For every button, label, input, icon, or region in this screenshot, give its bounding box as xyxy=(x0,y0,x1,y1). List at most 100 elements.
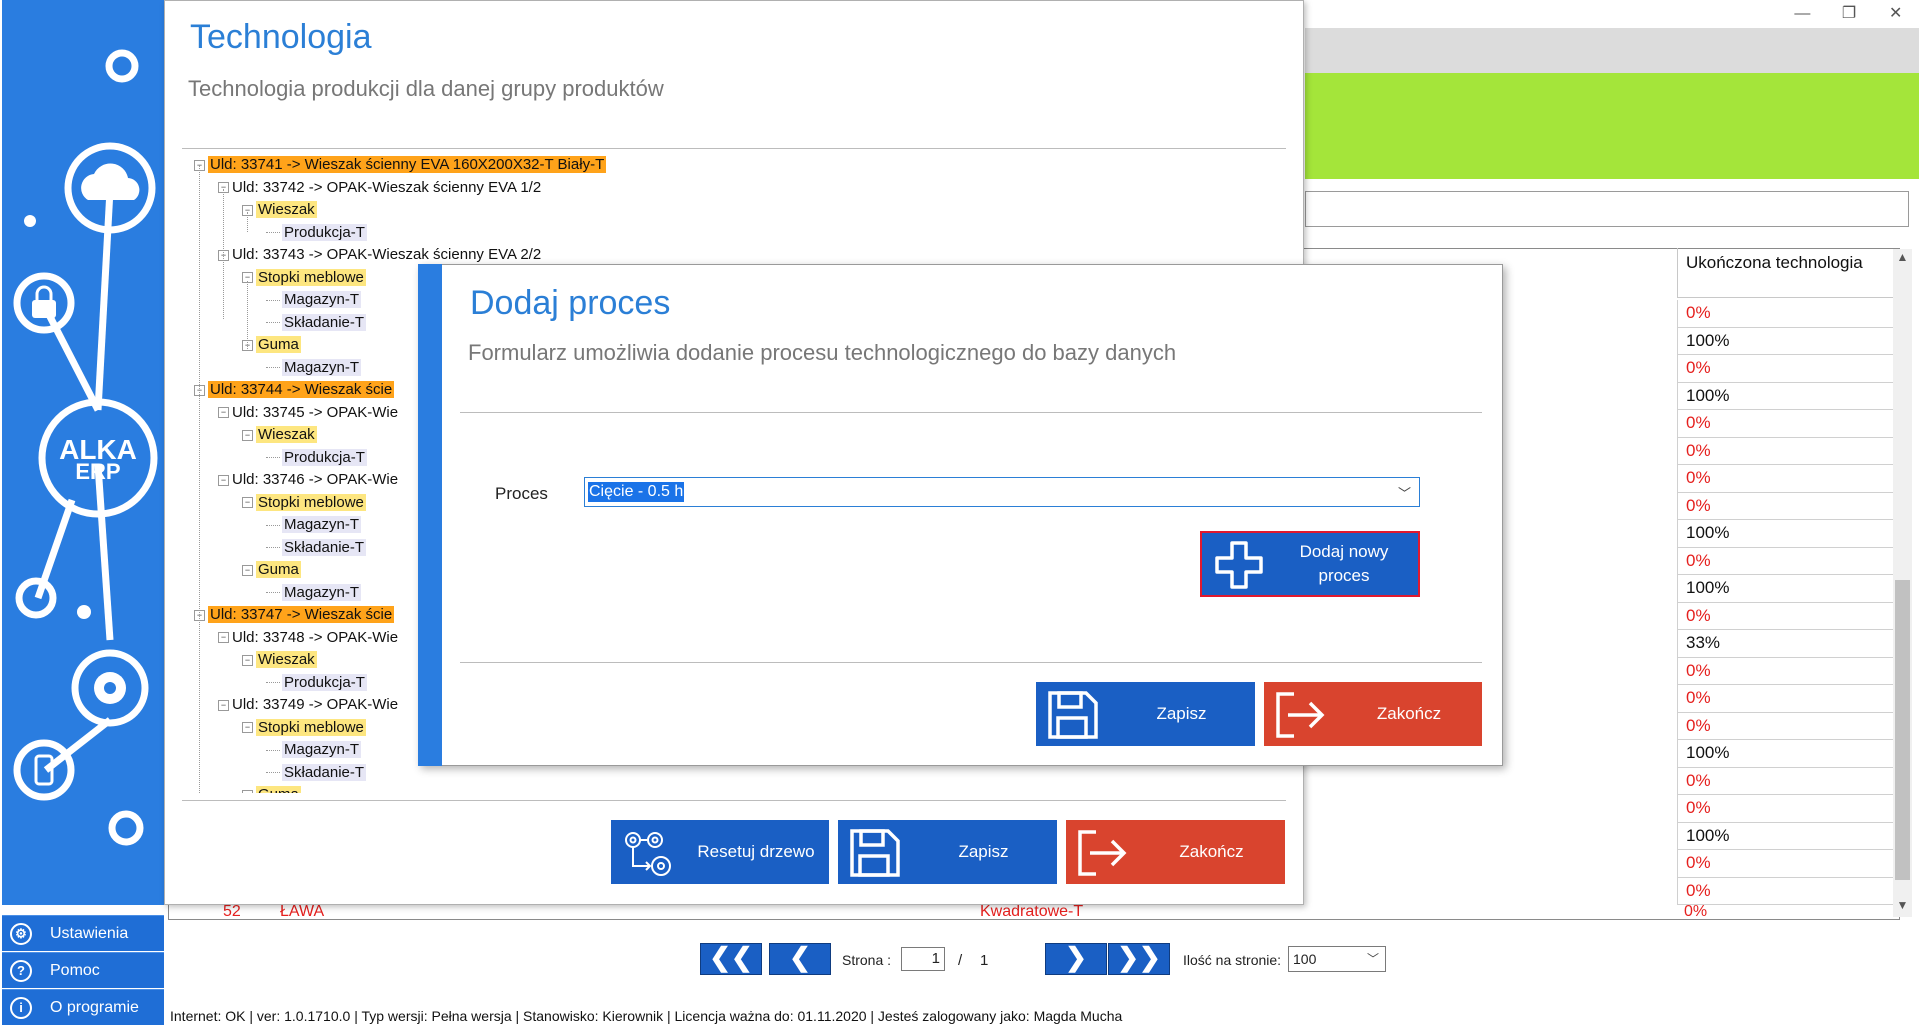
collapse-toggle-icon[interactable]: − xyxy=(242,654,253,666)
first-page-button[interactable]: ❮❮ xyxy=(700,943,762,975)
scroll-up-icon[interactable]: ▲ xyxy=(1893,250,1912,266)
collapse-toggle-icon[interactable]: − xyxy=(242,564,253,576)
collapse-toggle-icon[interactable]: − xyxy=(242,722,253,734)
tree-node[interactable]: Produkcja-T xyxy=(266,223,367,243)
tree-node-label: Składanie-T xyxy=(282,538,367,556)
tree-connector xyxy=(266,592,280,594)
tree-guide-line xyxy=(223,189,224,319)
tree-node[interactable]: − Uld: 33747 -> Wieszak ście xyxy=(194,605,395,625)
scrollbar-thumb[interactable] xyxy=(1895,580,1910,880)
page-input[interactable]: 1 xyxy=(901,947,945,971)
tree-node-label: Wieszak xyxy=(256,426,317,443)
process-select[interactable]: Cięcie - 0.5 h ﹀ xyxy=(584,477,1420,507)
green-banner xyxy=(1305,73,1919,179)
tree-node-label: Produkcja-T xyxy=(282,448,367,466)
tree-node[interactable]: − Uld: 33745 -> OPAK-Wie xyxy=(218,403,398,423)
tree-node[interactable]: Składanie-T xyxy=(266,763,367,783)
next-page-button[interactable]: ❯ xyxy=(1045,943,1107,975)
tree-node[interactable]: Magazyn-T xyxy=(266,290,362,310)
sidebar-item-about[interactable]: i O programie xyxy=(2,989,164,1025)
tree-node-label: Uld: 33742 -> OPAK-Wieszak ścienny EVA 1… xyxy=(232,178,542,196)
tree-node[interactable]: −Guma xyxy=(242,560,301,580)
grid-cell-completion[interactable]: 100% xyxy=(1677,575,1893,603)
grid-cell-completion[interactable]: 33% xyxy=(1677,630,1893,658)
grid-cell-completion[interactable]: 0% xyxy=(1677,685,1893,713)
tree-node[interactable]: − Wieszak xyxy=(242,200,317,220)
grid-cell-completion[interactable]: 0% xyxy=(1677,355,1893,383)
restore-icon[interactable]: ❐ xyxy=(1826,0,1873,28)
sidebar-item-help[interactable]: ? Pomoc xyxy=(2,952,164,988)
grid-cell-completion[interactable]: 100% xyxy=(1677,740,1893,768)
table-row[interactable]: 52 ŁAWA Kwadratowe-T 0% xyxy=(168,905,1898,919)
last-page-button[interactable]: ❯❯ xyxy=(1108,943,1170,975)
collapse-toggle-icon[interactable]: − xyxy=(218,474,229,486)
save-button[interactable]: Zapisz xyxy=(838,820,1057,884)
tree-node[interactable]: − Uld: 33743 -> OPAK-Wieszak ścienny EVA … xyxy=(218,245,541,265)
grid-cell-completion[interactable]: 0% xyxy=(1677,850,1893,878)
grid-cell-completion[interactable]: 100% xyxy=(1677,822,1893,850)
grid-cell-completion[interactable]: 100% xyxy=(1677,520,1893,548)
tree-node[interactable]: Magazyn-T xyxy=(266,358,362,378)
column-header-completed-technology[interactable]: Ukończona technologia xyxy=(1677,248,1893,298)
tree-node-label: Stopki meblowe xyxy=(256,718,366,736)
tree-node[interactable]: −Guma xyxy=(242,335,301,355)
collapse-toggle-icon[interactable]: − xyxy=(242,789,253,793)
collapse-toggle-icon[interactable]: − xyxy=(242,429,253,441)
grid-cell-completion[interactable]: 0% xyxy=(1677,410,1893,438)
dialog-close-button[interactable]: Zakończ xyxy=(1264,682,1482,746)
tree-node[interactable]: − Stopki meblowe xyxy=(242,268,366,288)
tree-node[interactable]: Magazyn-T xyxy=(266,583,362,603)
collapse-toggle-icon[interactable]: − xyxy=(242,497,253,509)
window-controls: — ❐ ✕ xyxy=(1779,0,1919,28)
tree-node[interactable]: Magazyn-T xyxy=(266,740,362,760)
minimize-icon[interactable]: — xyxy=(1779,0,1826,28)
grid-cell-completion[interactable]: 0% xyxy=(1677,492,1893,520)
tree-node[interactable]: Składanie-T xyxy=(266,538,367,558)
grid-cell-completion[interactable]: 0% xyxy=(1677,465,1893,493)
grid-cell-completion[interactable]: 0% xyxy=(1677,767,1893,795)
grid-cell-completion[interactable]: 0% xyxy=(1677,657,1893,685)
grid-cell-completion[interactable]: 0% xyxy=(1677,712,1893,740)
tree-node[interactable]: − Uld: 33744 -> Wieszak ście xyxy=(194,380,395,400)
grid-cell-completion[interactable]: 0% xyxy=(1677,602,1893,630)
collapse-toggle-icon[interactable]: − xyxy=(218,407,229,419)
dialog-save-button[interactable]: Zapisz xyxy=(1036,682,1255,746)
filter-input[interactable] xyxy=(1305,191,1909,227)
close-window-icon[interactable]: ✕ xyxy=(1872,0,1919,28)
grid-cell-completion[interactable]: 0% xyxy=(1677,300,1893,328)
close-button[interactable]: Zakończ xyxy=(1066,820,1285,884)
grid-cell-completion[interactable]: 0% xyxy=(1677,547,1893,575)
reset-tree-button[interactable]: Resetuj drzewo xyxy=(611,820,829,884)
tree-node[interactable]: Produkcja-T xyxy=(266,673,367,693)
grid-cell-completion[interactable]: 100% xyxy=(1677,327,1893,355)
tree-node[interactable]: −Guma xyxy=(242,785,301,793)
save-label: Zapisz xyxy=(958,842,1009,861)
per-page-select[interactable]: 100 ﹀ xyxy=(1288,946,1386,972)
tree-node[interactable]: − Wieszak xyxy=(242,650,317,670)
prev-page-button[interactable]: ❮ xyxy=(769,943,831,975)
tree-node[interactable]: − Uld: 33741 -> Wieszak ścienny EVA 160X2… xyxy=(194,155,607,175)
tree-node[interactable]: Produkcja-T xyxy=(266,448,367,468)
tree-node[interactable]: − Wieszak xyxy=(242,425,317,445)
grid-cell-completion[interactable]: 0% xyxy=(1677,877,1893,905)
grid-cell-completion[interactable]: 100% xyxy=(1677,382,1893,410)
tree-node[interactable]: − Stopki meblowe xyxy=(242,493,366,513)
tree-node[interactable]: − Uld: 33746 -> OPAK-Wie xyxy=(218,470,398,490)
scroll-down-icon[interactable]: ▼ xyxy=(1893,898,1912,914)
tree-node-label: Uld: 33746 -> OPAK-Wie xyxy=(232,471,399,488)
page-title: Technologia xyxy=(190,18,372,56)
tree-node[interactable]: − Uld: 33748 -> OPAK-Wie xyxy=(218,628,398,648)
collapse-toggle-icon[interactable]: − xyxy=(218,699,229,711)
add-new-process-button[interactable]: Dodaj nowy proces xyxy=(1200,531,1420,597)
tree-node[interactable]: Składanie-T xyxy=(266,313,367,333)
grid-cell-completion[interactable]: 0% xyxy=(1677,437,1893,465)
grid-cell-completion[interactable]: 0% xyxy=(1677,795,1893,823)
tree-node[interactable]: Magazyn-T xyxy=(266,515,362,535)
collapse-toggle-icon[interactable]: − xyxy=(218,632,229,644)
sidebar-item-settings[interactable]: ⚙ Ustawienia xyxy=(2,915,164,951)
tree-node[interactable]: − Uld: 33749 -> OPAK-Wie xyxy=(218,695,398,715)
tree-node[interactable]: − Uld: 33742 -> OPAK-Wieszak ścienny EVA … xyxy=(218,178,541,198)
tree-connector xyxy=(266,524,280,526)
reset-tree-label: Resetuj drzewo xyxy=(697,842,815,861)
tree-node[interactable]: − Stopki meblowe xyxy=(242,718,366,738)
